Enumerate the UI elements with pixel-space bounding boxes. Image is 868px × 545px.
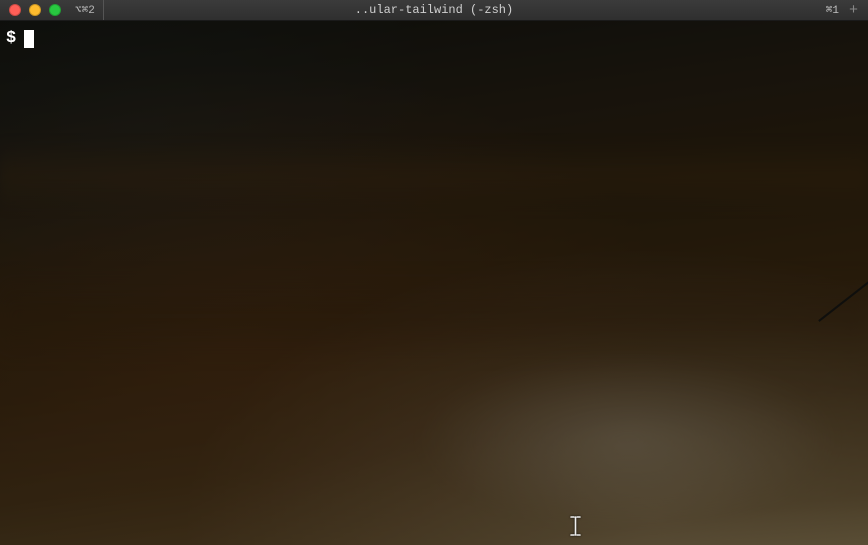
tab-shortcut-left[interactable]: ⌥⌘2 <box>75 3 95 17</box>
plus-icon: + <box>849 2 858 19</box>
maximize-icon[interactable] <box>49 4 61 16</box>
text-cursor-block <box>24 30 34 48</box>
traffic-lights <box>0 4 61 16</box>
tab-divider <box>103 0 104 20</box>
tab-shortcut-right[interactable]: ⌘1 <box>826 3 839 17</box>
background-highlight <box>418 355 838 525</box>
minimize-icon[interactable] <box>29 4 41 16</box>
prompt-symbol: $ <box>6 29 16 48</box>
prompt-line[interactable]: $ <box>0 21 868 56</box>
background-cloud-band <box>0 271 868 361</box>
window-titlebar: ⌥⌘2 ..ular-tailwind (-zsh) ⌘1 + <box>0 0 868 21</box>
close-icon[interactable] <box>9 4 21 16</box>
new-tab-button[interactable]: + <box>845 3 862 18</box>
background-cloud-band <box>0 141 868 211</box>
titlebar-right: ⌘1 + <box>826 3 868 18</box>
tab-shortcut-right-label: ⌘1 <box>826 3 839 17</box>
window-title: ..ular-tailwind (-zsh) <box>355 3 513 17</box>
terminal-viewport[interactable]: $ <box>0 21 868 545</box>
tab-shortcut-left-label: ⌥⌘2 <box>75 3 95 17</box>
